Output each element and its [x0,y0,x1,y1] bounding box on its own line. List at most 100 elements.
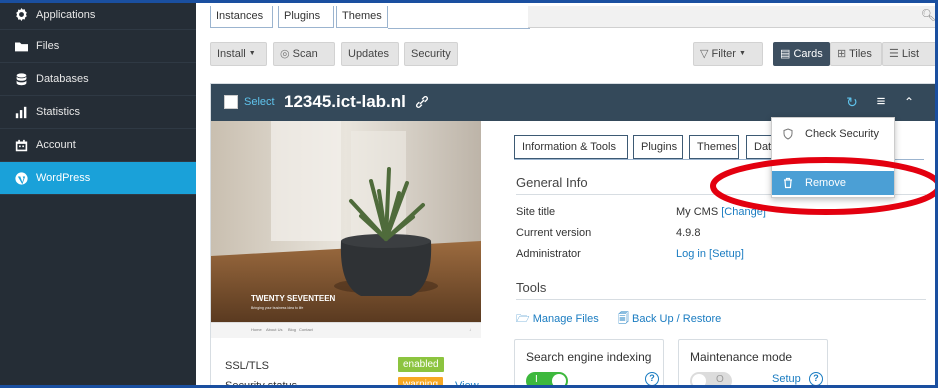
shield-icon [783,128,793,140]
tiles-label: Tiles [849,48,872,60]
tools-heading: Tools [516,280,547,295]
eye-icon: ◎ [280,48,293,60]
maintenance-mode-toggle[interactable]: O [690,372,732,388]
instance-actions-menu: Check Security Remove [771,117,895,198]
bar-chart-icon [14,105,28,119]
sidebar-item-label: Account [36,139,76,151]
search-icon[interactable]: 🔍︎ [921,8,936,22]
section-divider [516,299,926,300]
caret-down-icon: ▼ [248,50,256,58]
tiles-icon: ⊞ [837,48,850,60]
manage-files-link[interactable]: 🗁︎ Manage Files [516,310,599,329]
sidebar-item-label: Databases [36,73,89,85]
manage-files-label: Manage Files [532,313,599,325]
search-indexing-title: Search engine indexing [526,350,652,364]
select-label[interactable]: Select [244,96,275,108]
sidebar: Applications Files Databases Statistics … [0,0,196,388]
sidebar-item-files[interactable]: Files [0,30,196,63]
security-button[interactable]: Security [404,42,458,66]
scan-button[interactable]: ◎ Scan [273,42,335,66]
site-title-text: My CMS [676,206,719,218]
ssl-status-badge: enabled [398,357,444,372]
security-status-badge: warning [398,377,444,388]
sidebar-item-account[interactable]: Account [0,129,196,162]
search-indexing-toggle[interactable]: I [526,372,568,388]
menu-icon[interactable]: ≡ [873,94,889,110]
refresh-icon[interactable]: ↻ [844,94,860,110]
security-view-link[interactable]: View [455,380,479,388]
site-title-value: My CMS [Change] [676,206,766,218]
plant-photo: TWENTY SEVENTEEN Bringing your business … [211,121,481,322]
select-checkbox[interactable] [224,95,238,109]
sidebar-item-label: Statistics [36,106,81,118]
card-header: Select 12345.ict-lab.nl ↻ ≡ ⌃ [211,84,938,121]
toolbar: Install ▼ ◎ Scan Updates Security ▽ Filte… [210,42,938,68]
folder-icon [14,39,28,53]
scroll-down-icon: ↓ [469,327,471,332]
help-icon[interactable]: ? [809,372,823,386]
link-icon[interactable] [415,95,429,109]
remove-label: Remove [805,177,846,189]
ssl-label: SSL/TLS [225,360,270,372]
sidebar-item-label: Applications [36,8,96,21]
current-version-value: 4.9.8 [676,227,701,239]
trash-icon [784,177,792,189]
gear-icon [14,8,28,22]
updates-label: Updates [348,48,389,60]
remove-menu-item[interactable]: Remove [772,171,894,195]
install-button[interactable]: Install ▼ [210,42,267,66]
list-icon: ☰ [889,48,902,60]
site-title-label: Site title [516,206,556,218]
list-view-button[interactable]: ☰ List [882,42,938,66]
updates-button[interactable]: Updates [341,42,399,66]
instance-title[interactable]: 12345.ict-lab.nl [284,92,406,112]
preview-nav-item: Home [251,327,262,332]
theme-tagline: Bringing your business idea to life [251,306,303,310]
backup-restore-link[interactable]: 🗐︎ Back Up / Restore [618,310,721,329]
tab-plugins[interactable]: Plugins [278,6,334,28]
preview-nav-item: Contact [299,327,313,332]
administrator-value: Log in [Setup] [676,248,744,260]
backup-icon: 🗐︎ [618,313,633,325]
tab-plugins[interactable]: Plugins [633,135,683,159]
tiles-view-button[interactable]: ⊞ Tiles [830,42,882,66]
tab-themes[interactable]: Themes [336,6,388,28]
setup-link[interactable]: [Setup] [709,248,744,260]
current-version-label: Current version [516,227,592,239]
cards-icon: ▤ [780,48,794,60]
search-input[interactable]: 🔍︎ [528,6,938,28]
login-link[interactable]: Log in [676,248,706,260]
list-label: List [901,48,920,60]
help-icon[interactable]: ? [645,372,659,386]
chevron-up-icon[interactable]: ⌃ [901,94,917,110]
security-label: Security [411,48,451,60]
check-security-menu-item[interactable]: Check Security [772,122,894,146]
theme-name: TWENTY SEVENTEEN [251,294,336,303]
sidebar-item-databases[interactable]: Databases [0,63,196,96]
general-info-heading: General Info [516,175,588,190]
filter-label: Filter [711,48,736,60]
tab-instances[interactable]: Instances [210,6,273,28]
install-label: Install [217,48,246,60]
filter-button[interactable]: ▽ Filter ▼ [693,42,763,66]
backup-label: Back Up / Restore [632,313,722,325]
maintenance-setup-link[interactable]: Setup [772,373,801,385]
administrator-label: Administrator [516,248,581,260]
sidebar-item-statistics[interactable]: Statistics [0,96,196,129]
cards-view-button[interactable]: ▤ Cards [773,42,830,66]
sidebar-item-wordpress[interactable]: WordPress [0,162,196,195]
maintenance-mode-card: Maintenance mode O Setup ? [678,339,828,388]
change-title-link[interactable]: [Change] [721,206,766,218]
site-preview-image[interactable]: TWENTY SEVENTEEN Bringing your business … [211,121,481,338]
search-indexing-card: Search engine indexing I ? [514,339,664,388]
calendar-icon [14,138,28,152]
tab-information-tools[interactable]: Information & Tools [514,135,628,159]
tab-themes[interactable]: Themes [689,135,739,159]
scan-label: Scan [292,48,318,60]
sidebar-item-applications[interactable]: Applications [0,0,196,30]
sidebar-item-label: WordPress [36,172,91,184]
tab-bar: Instances Plugins Themes 🔍︎ [210,0,938,30]
preview-nav-item: About Us [266,327,283,332]
check-security-label: Check Security [805,128,879,140]
wordpress-icon [14,171,28,185]
